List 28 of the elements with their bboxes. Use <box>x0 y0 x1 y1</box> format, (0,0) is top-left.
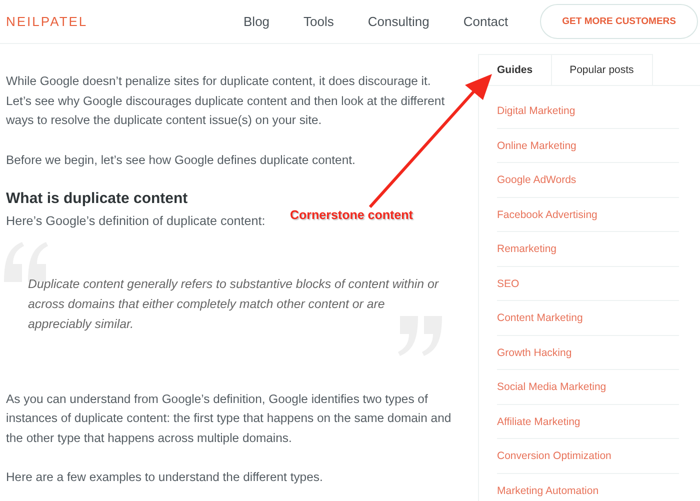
guide-link[interactable]: Marketing Automation <box>497 474 679 501</box>
guide-link[interactable]: Online Marketing <box>497 128 679 163</box>
cta-button[interactable]: GET MORE CUSTOMERS <box>540 4 698 39</box>
guide-link[interactable]: Social Media Marketing <box>497 370 679 404</box>
guide-link[interactable]: SEO <box>497 266 679 301</box>
paragraph: While Google doesn’t penalize sites for duplicate content, it does discourage it. Let’s see why Google discourages duplicate content and then look at the different ways to resolve the duplicate content issue(s) on your site. <box>6 73 446 129</box>
guide-link[interactable]: Conversion Optimization <box>497 439 679 474</box>
sidebar-tab[interactable]: Guides <box>479 54 552 85</box>
section-heading: What is duplicate content <box>6 190 189 207</box>
annotation-label: Cornerstone content <box>290 208 413 222</box>
paragraph: Here’s Google’s definition of duplicate content: <box>6 213 266 230</box>
guide-link[interactable]: Facebook Advertising <box>497 198 679 232</box>
site-logo[interactable]: NEILPATEL <box>6 14 88 29</box>
guide-link[interactable]: Remarketing <box>497 232 679 266</box>
sidebar-tab[interactable]: Popular posts <box>552 54 653 85</box>
paragraph: As you can understand from Google’s definition, Google identifies two types of instances of duplicate content: the first type that happens on the same domain and the other type that happens across multiple domains. <box>6 390 452 446</box>
nav-link[interactable]: Consulting <box>368 14 430 29</box>
nav-link[interactable]: Tools <box>304 14 334 29</box>
guide-link[interactable]: Google AdWords <box>497 163 679 198</box>
paragraph: Here are a few examples to understand the different types. <box>6 469 324 486</box>
quote-text: Duplicate content generally refers to substantive blocks of content within or across domains that either completely match other content or are appreciably similar. <box>28 276 440 333</box>
nav-link[interactable]: Contact <box>463 14 508 29</box>
guide-link[interactable]: Affiliate Marketing <box>497 404 679 439</box>
nav-link[interactable]: Blog <box>244 14 270 29</box>
guide-link[interactable]: Growth Hacking <box>497 336 679 370</box>
guide-link[interactable]: Digital Marketing <box>497 94 679 128</box>
guide-link[interactable]: Content Marketing <box>497 301 679 336</box>
paragraph: Before we begin, let’s see how Google defines duplicate content. <box>6 152 356 168</box>
